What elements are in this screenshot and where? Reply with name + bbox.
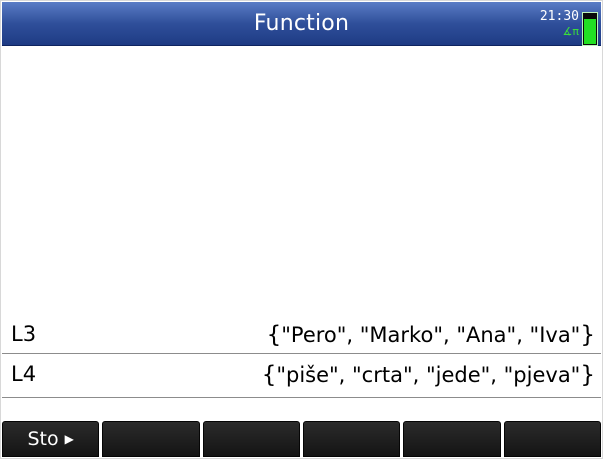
clock-time: 21:30 [539,9,579,24]
arrow-right-icon: ▶ [64,432,74,446]
open-brace-icon: { [261,362,277,388]
list-value: {"Pero", "Marko", "Ana", "Iva"} [267,322,595,348]
list-value: {"piše", "crta", "jede", "pjeva"} [262,362,595,388]
open-brace-icon: { [266,322,282,348]
angle-mode-indicator: ∡π [562,25,579,38]
softkey-menu: Sto ▶ [2,400,601,457]
history-row-l3[interactable]: L3 {"Pero", "Marko", "Ana", "Iva"} [2,317,601,349]
close-brace-icon: } [580,362,595,388]
list-variable-name: L3 [11,322,37,346]
softkey-2[interactable] [102,421,200,457]
battery-icon [582,12,598,46]
softkey-4[interactable] [302,421,401,457]
entry-line-divider [2,397,601,398]
battery-level-fill [584,18,596,44]
list-variable-name: L4 [11,362,37,386]
softkey-3[interactable] [202,421,300,457]
list-elements: "piše", "crta", "jede", "pjeva" [276,363,581,387]
softkey-6[interactable] [503,421,601,457]
softkey-label: Sto [27,428,59,450]
row-divider [2,353,601,354]
softkey-sto[interactable]: Sto ▶ [2,421,100,457]
status-area: 21:30 ∡π [521,6,601,46]
app-title: Function [253,11,350,36]
list-elements: "Pero", "Marko", "Ana", "Iva" [281,323,581,347]
calculator-screen: Function 21:30 ∡π L3 {"Pero", "Marko", "… [0,0,603,459]
history-row-l4[interactable]: L4 {"piše", "crta", "jede", "pjeva"} [2,357,601,389]
softkey-5[interactable] [403,421,501,457]
title-bar: Function 21:30 ∡π [2,2,601,46]
close-brace-icon: } [580,322,595,348]
